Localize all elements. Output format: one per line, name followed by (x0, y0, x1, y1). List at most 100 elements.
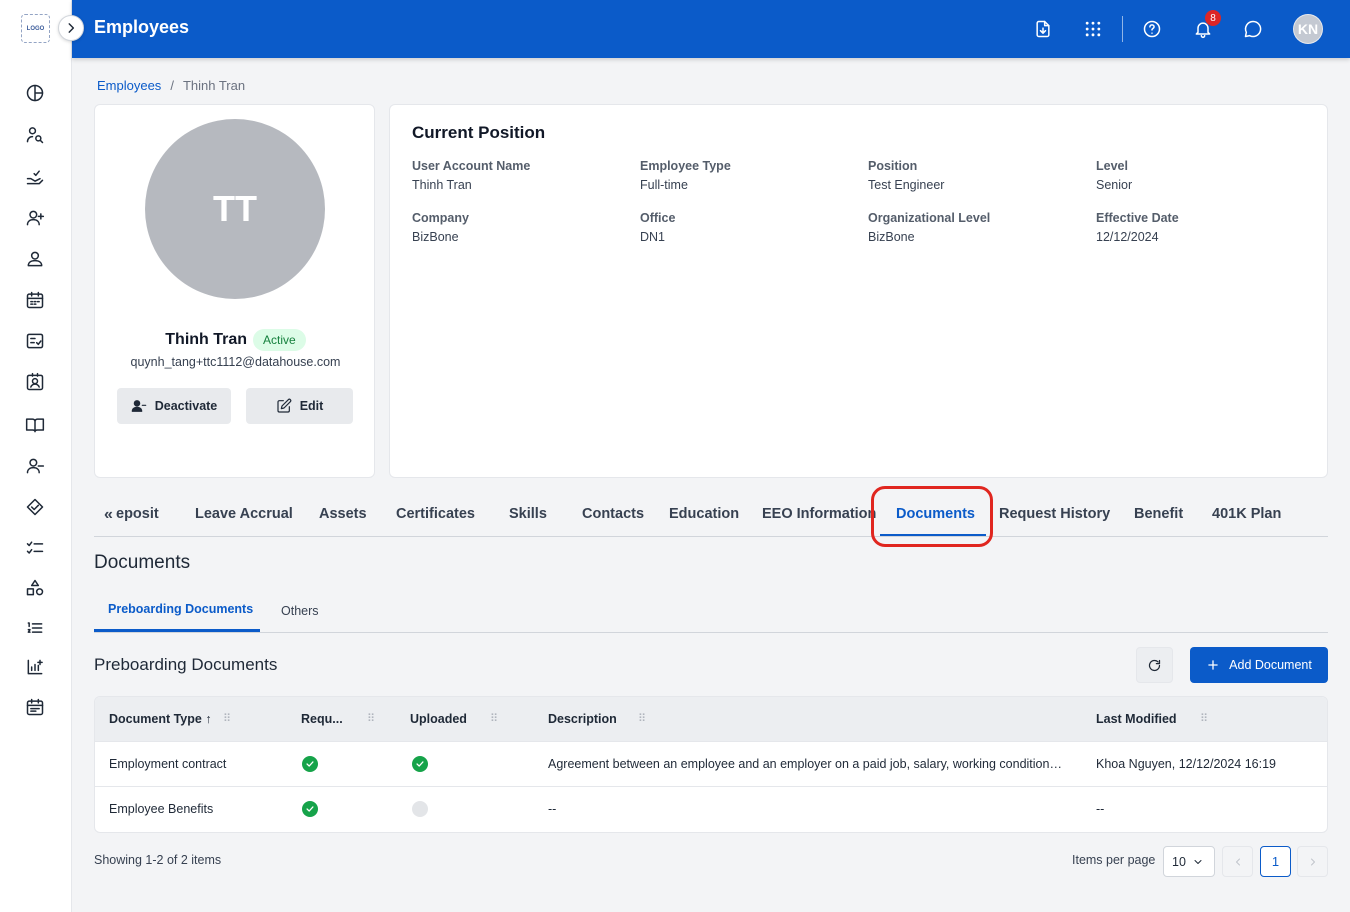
sidebar-collapse-button[interactable] (58, 15, 84, 41)
field-label: Effective Date (1096, 211, 1179, 225)
report-chart-icon[interactable] (24, 656, 46, 678)
sort-ascending-icon[interactable]: ↑ (205, 712, 211, 726)
column-header-uploaded[interactable]: Uploaded (410, 712, 467, 726)
edit-label: Edit (299, 399, 324, 413)
tabs-scroll-left-button[interactable]: « (104, 506, 113, 524)
column-drag-handle-icon[interactable]: ⠿ (367, 712, 375, 725)
shapes-icon[interactable] (24, 577, 46, 599)
column-header-required[interactable]: Requ... (301, 712, 343, 726)
edit-icon (277, 398, 292, 413)
refresh-button[interactable] (1136, 647, 1173, 683)
edit-button[interactable]: Edit (246, 388, 353, 424)
tab-deposit[interactable]: eposit (116, 506, 159, 522)
field-value: BizBone (868, 230, 915, 244)
checklist-icon[interactable] (24, 330, 46, 352)
field-value: Thinh Tran (412, 178, 472, 192)
documents-section-title: Documents (94, 552, 191, 573)
tab-401k-plan[interactable]: 401K Plan (1212, 506, 1281, 522)
column-drag-handle-icon[interactable]: ⠿ (638, 712, 646, 725)
breadcrumb-employees-link[interactable]: Employees (97, 78, 161, 93)
column-drag-handle-icon[interactable]: ⠿ (1200, 712, 1208, 725)
profile-avatar: TT (145, 119, 325, 299)
field-label: Position (868, 159, 918, 173)
tag-icon[interactable] (24, 496, 46, 518)
help-icon[interactable] (1140, 17, 1164, 41)
tab-benefit[interactable]: Benefit (1134, 506, 1183, 522)
page-button-current[interactable]: 1 (1260, 846, 1291, 877)
not-uploaded-icon (412, 801, 428, 817)
field-employee-type: Employee Type Full-time (640, 159, 860, 192)
field-office: Office DN1 (640, 211, 860, 244)
id-card-icon[interactable] (24, 371, 46, 393)
tab-contacts[interactable]: Contacts (582, 506, 644, 522)
cell-last-modified: -- (1096, 802, 1105, 816)
cell-description: Agreement between an employee and an emp… (548, 757, 1068, 771)
field-value: DN1 (640, 230, 666, 244)
user-search-icon[interactable] (24, 124, 46, 146)
previous-page-button[interactable] (1222, 846, 1253, 877)
cell-last-modified: Khoa Nguyen, 12/12/2024 16:19 (1096, 757, 1277, 771)
user-add-icon[interactable] (24, 207, 46, 229)
add-document-button[interactable]: Add Document (1190, 647, 1328, 683)
tab-education[interactable]: Education (669, 506, 739, 522)
subtab-others[interactable]: Others (281, 604, 319, 618)
user-avatar[interactable]: KN (1293, 14, 1323, 44)
field-label: Employee Type (640, 159, 731, 173)
task-list-icon[interactable] (24, 537, 46, 559)
cell-description: -- (548, 802, 557, 816)
tab-eeo-information[interactable]: EEO Information (762, 506, 876, 522)
schedule-icon[interactable] (24, 696, 46, 718)
field-label: User Account Name (412, 159, 531, 173)
column-drag-handle-icon[interactable]: ⠿ (490, 712, 498, 725)
tab-request-history[interactable]: Request History (999, 506, 1110, 522)
column-drag-handle-icon[interactable]: ⠿ (223, 712, 231, 725)
header-divider (1122, 16, 1123, 42)
dashboard-icon[interactable] (24, 82, 46, 104)
field-value: Test Engineer (868, 178, 945, 192)
column-header-description[interactable]: Description (548, 712, 617, 726)
field-label: Organizational Level (868, 211, 991, 225)
field-label: Level (1096, 159, 1128, 173)
required-check-icon (302, 801, 318, 817)
chevron-down-icon (1194, 859, 1202, 864)
field-user-account-name: User Account Name Thinh Tran (412, 159, 632, 192)
items-per-page-select[interactable]: 10 (1163, 846, 1215, 877)
user-remove-icon[interactable] (24, 455, 46, 477)
chat-icon[interactable] (1241, 17, 1265, 41)
next-page-button[interactable] (1297, 846, 1328, 877)
cell-document-type: Employee Benefits (109, 802, 214, 816)
tab-skills[interactable]: Skills (509, 506, 547, 522)
documents-table: Document Type ↑ ⠿ Requ... ⠿ Uploaded ⠿ D… (94, 696, 1328, 833)
field-position: Position Test Engineer (868, 159, 1088, 192)
items-per-page-value: 10 (1172, 854, 1186, 869)
field-value: Senior (1096, 178, 1133, 192)
column-header-document-type[interactable]: Document Type ↑ (109, 712, 212, 726)
apps-grid-icon[interactable] (1081, 17, 1105, 41)
user-icon[interactable] (24, 248, 46, 270)
app-logo[interactable]: LOGO (21, 14, 50, 43)
status-badge: Active (253, 329, 306, 351)
breadcrumb: Employees / Thinh Tran (97, 78, 245, 93)
column-header-last-modified[interactable]: Last Modified (1096, 712, 1177, 726)
deactivate-label: Deactivate (154, 399, 218, 413)
employee-tabs: « eposit Leave Accrual Assets Certificat… (94, 496, 1328, 537)
table-row[interactable]: Employee Benefits -- -- (95, 787, 1327, 832)
top-header: Employees 8 KN (72, 0, 1350, 58)
file-download-icon[interactable] (1031, 17, 1055, 41)
breadcrumb-current: Thinh Tran (182, 78, 246, 93)
active-subtab-indicator (94, 629, 260, 632)
tab-certificates[interactable]: Certificates (396, 506, 475, 522)
subtab-preboarding-documents[interactable]: Preboarding Documents (108, 602, 253, 616)
tab-assets[interactable]: Assets (319, 506, 367, 522)
field-label: Office (640, 211, 676, 225)
current-position-card: Current Position User Account Name Thinh… (389, 104, 1328, 478)
tab-leave-accrual[interactable]: Leave Accrual (195, 506, 293, 522)
notification-badge: 8 (1205, 10, 1221, 26)
book-icon[interactable] (24, 414, 46, 436)
hand-check-icon[interactable] (24, 166, 46, 188)
ordered-list-icon[interactable] (24, 617, 46, 639)
table-row[interactable]: Employment contract Agreement between an… (95, 742, 1327, 787)
deactivate-button[interactable]: Deactivate (117, 388, 231, 424)
chevron-right-icon (68, 23, 75, 33)
calendar-icon[interactable] (24, 289, 46, 311)
